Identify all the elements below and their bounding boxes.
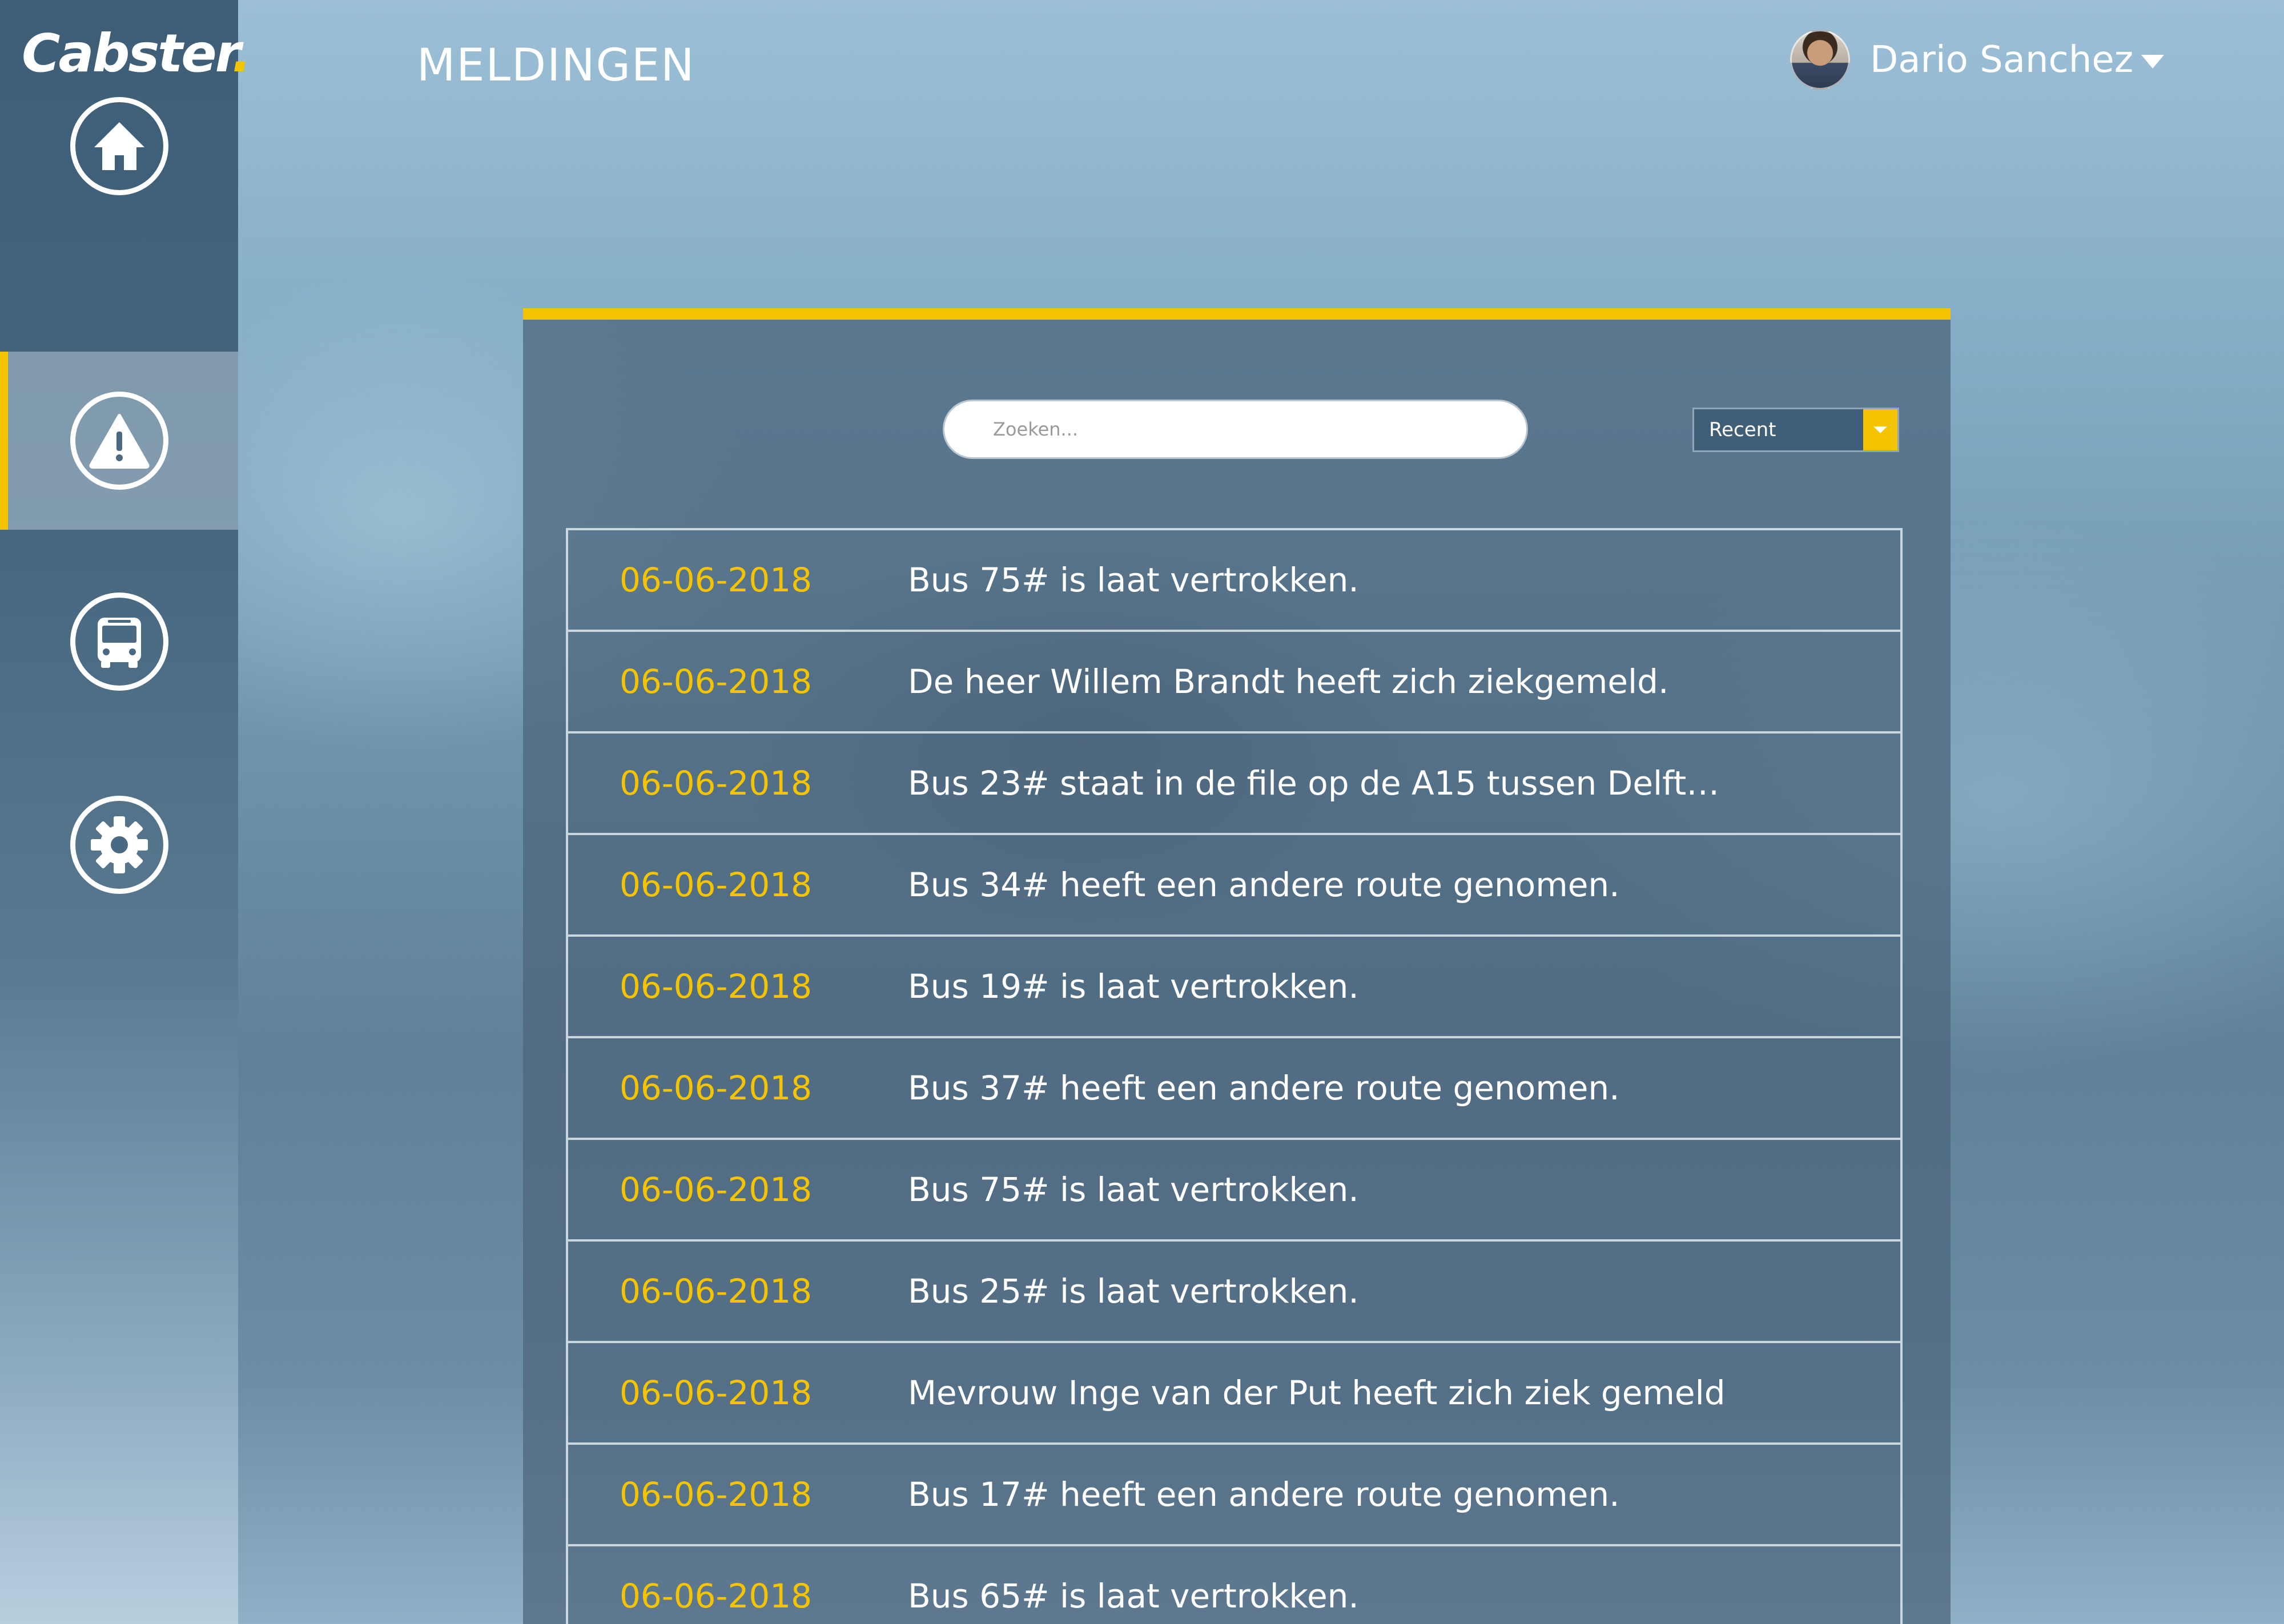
list-item[interactable]: 06-06-2018 Bus 34# heeft een andere rout… xyxy=(568,835,1900,937)
sort-select-value: Recent xyxy=(1709,418,1776,441)
notification-message: Bus 17# heeft een andere route genomen. xyxy=(908,1475,1620,1514)
sidebar: Cabster. xyxy=(0,0,252,1624)
notification-message: Bus 25# is laat vertrokken. xyxy=(908,1272,1359,1311)
notification-message: Bus 37# heeft een andere route genomen. xyxy=(908,1069,1620,1107)
sidebar-item-home[interactable] xyxy=(0,57,238,235)
user-menu[interactable]: Dario Sanchez xyxy=(1790,30,2165,90)
list-item[interactable]: 06-06-2018 Bus 25# is laat vertrokken. xyxy=(568,1242,1900,1343)
list-item[interactable]: 06-06-2018 Bus 75# is laat vertrokken. xyxy=(568,1140,1900,1242)
notification-message: Mevrouw Inge van der Put heeft zich ziek… xyxy=(908,1373,1726,1412)
chevron-down-icon[interactable] xyxy=(2141,54,2165,68)
notification-date: 06-06-2018 xyxy=(620,967,813,1006)
notification-date: 06-06-2018 xyxy=(620,764,813,803)
notification-message: De heer Willem Brandt heeft zich ziekgem… xyxy=(908,662,1669,701)
list-item[interactable]: 06-06-2018 Mevrouw Inge van der Put heef… xyxy=(568,1343,1900,1445)
list-item[interactable]: 06-06-2018 Bus 65# is laat vertrokken. xyxy=(568,1546,1900,1624)
list-item[interactable]: 06-06-2018 Bus 17# heeft een andere rout… xyxy=(568,1445,1900,1546)
notification-date: 06-06-2018 xyxy=(620,1170,813,1209)
notification-date: 06-06-2018 xyxy=(620,662,813,701)
list-item[interactable]: 06-06-2018 Bus 75# is laat vertrokken. xyxy=(568,530,1900,632)
sidebar-item-meldingen[interactable] xyxy=(0,352,238,530)
gear-icon xyxy=(90,816,148,873)
page-title: MELDINGEN xyxy=(417,40,695,91)
notification-date: 06-06-2018 xyxy=(620,1577,813,1615)
notification-message: Bus 34# heeft een andere route genomen. xyxy=(908,865,1620,904)
list-item[interactable]: 06-06-2018 De heer Willem Brandt heeft z… xyxy=(568,632,1900,734)
avatar[interactable] xyxy=(1790,30,1850,90)
sort-select[interactable]: Recent xyxy=(1692,408,1899,452)
notification-date: 06-06-2018 xyxy=(620,1373,813,1412)
notification-message: Bus 75# is laat vertrokken. xyxy=(908,1170,1359,1209)
notification-message: Bus 65# is laat vertrokken. xyxy=(908,1577,1359,1615)
notifications-list: 06-06-2018 Bus 75# is laat vertrokken. 0… xyxy=(566,528,1903,1624)
sort-dropdown-button[interactable] xyxy=(1863,409,1897,450)
list-item[interactable]: 06-06-2018 Bus 37# heeft een andere rout… xyxy=(568,1038,1900,1140)
list-item[interactable]: 06-06-2018 Bus 23# staat in de file op d… xyxy=(568,734,1900,835)
notification-message: Bus 75# is laat vertrokken. xyxy=(908,561,1359,599)
warning-icon xyxy=(89,414,150,469)
sidebar-item-settings[interactable] xyxy=(0,756,238,934)
notification-message: Bus 19# is laat vertrokken. xyxy=(908,967,1359,1006)
notifications-panel: Recent 06-06-2018 Bus 75# is laat vertro… xyxy=(523,308,1951,1624)
user-name[interactable]: Dario Sanchez xyxy=(1870,39,2133,81)
sidebar-item-bus[interactable] xyxy=(0,553,238,731)
notification-message: Bus 23# staat in de file op de A15 tusse… xyxy=(908,764,1720,803)
home-icon xyxy=(94,122,144,170)
notification-date: 06-06-2018 xyxy=(620,561,813,599)
notification-date: 06-06-2018 xyxy=(620,1272,813,1311)
bus-icon xyxy=(97,618,141,668)
notification-date: 06-06-2018 xyxy=(620,865,813,904)
list-item[interactable]: 06-06-2018 Bus 19# is laat vertrokken. xyxy=(568,937,1900,1038)
chevron-down-icon xyxy=(1873,426,1887,433)
search-input[interactable] xyxy=(943,400,1528,459)
notification-date: 06-06-2018 xyxy=(620,1069,813,1107)
notification-date: 06-06-2018 xyxy=(620,1475,813,1514)
